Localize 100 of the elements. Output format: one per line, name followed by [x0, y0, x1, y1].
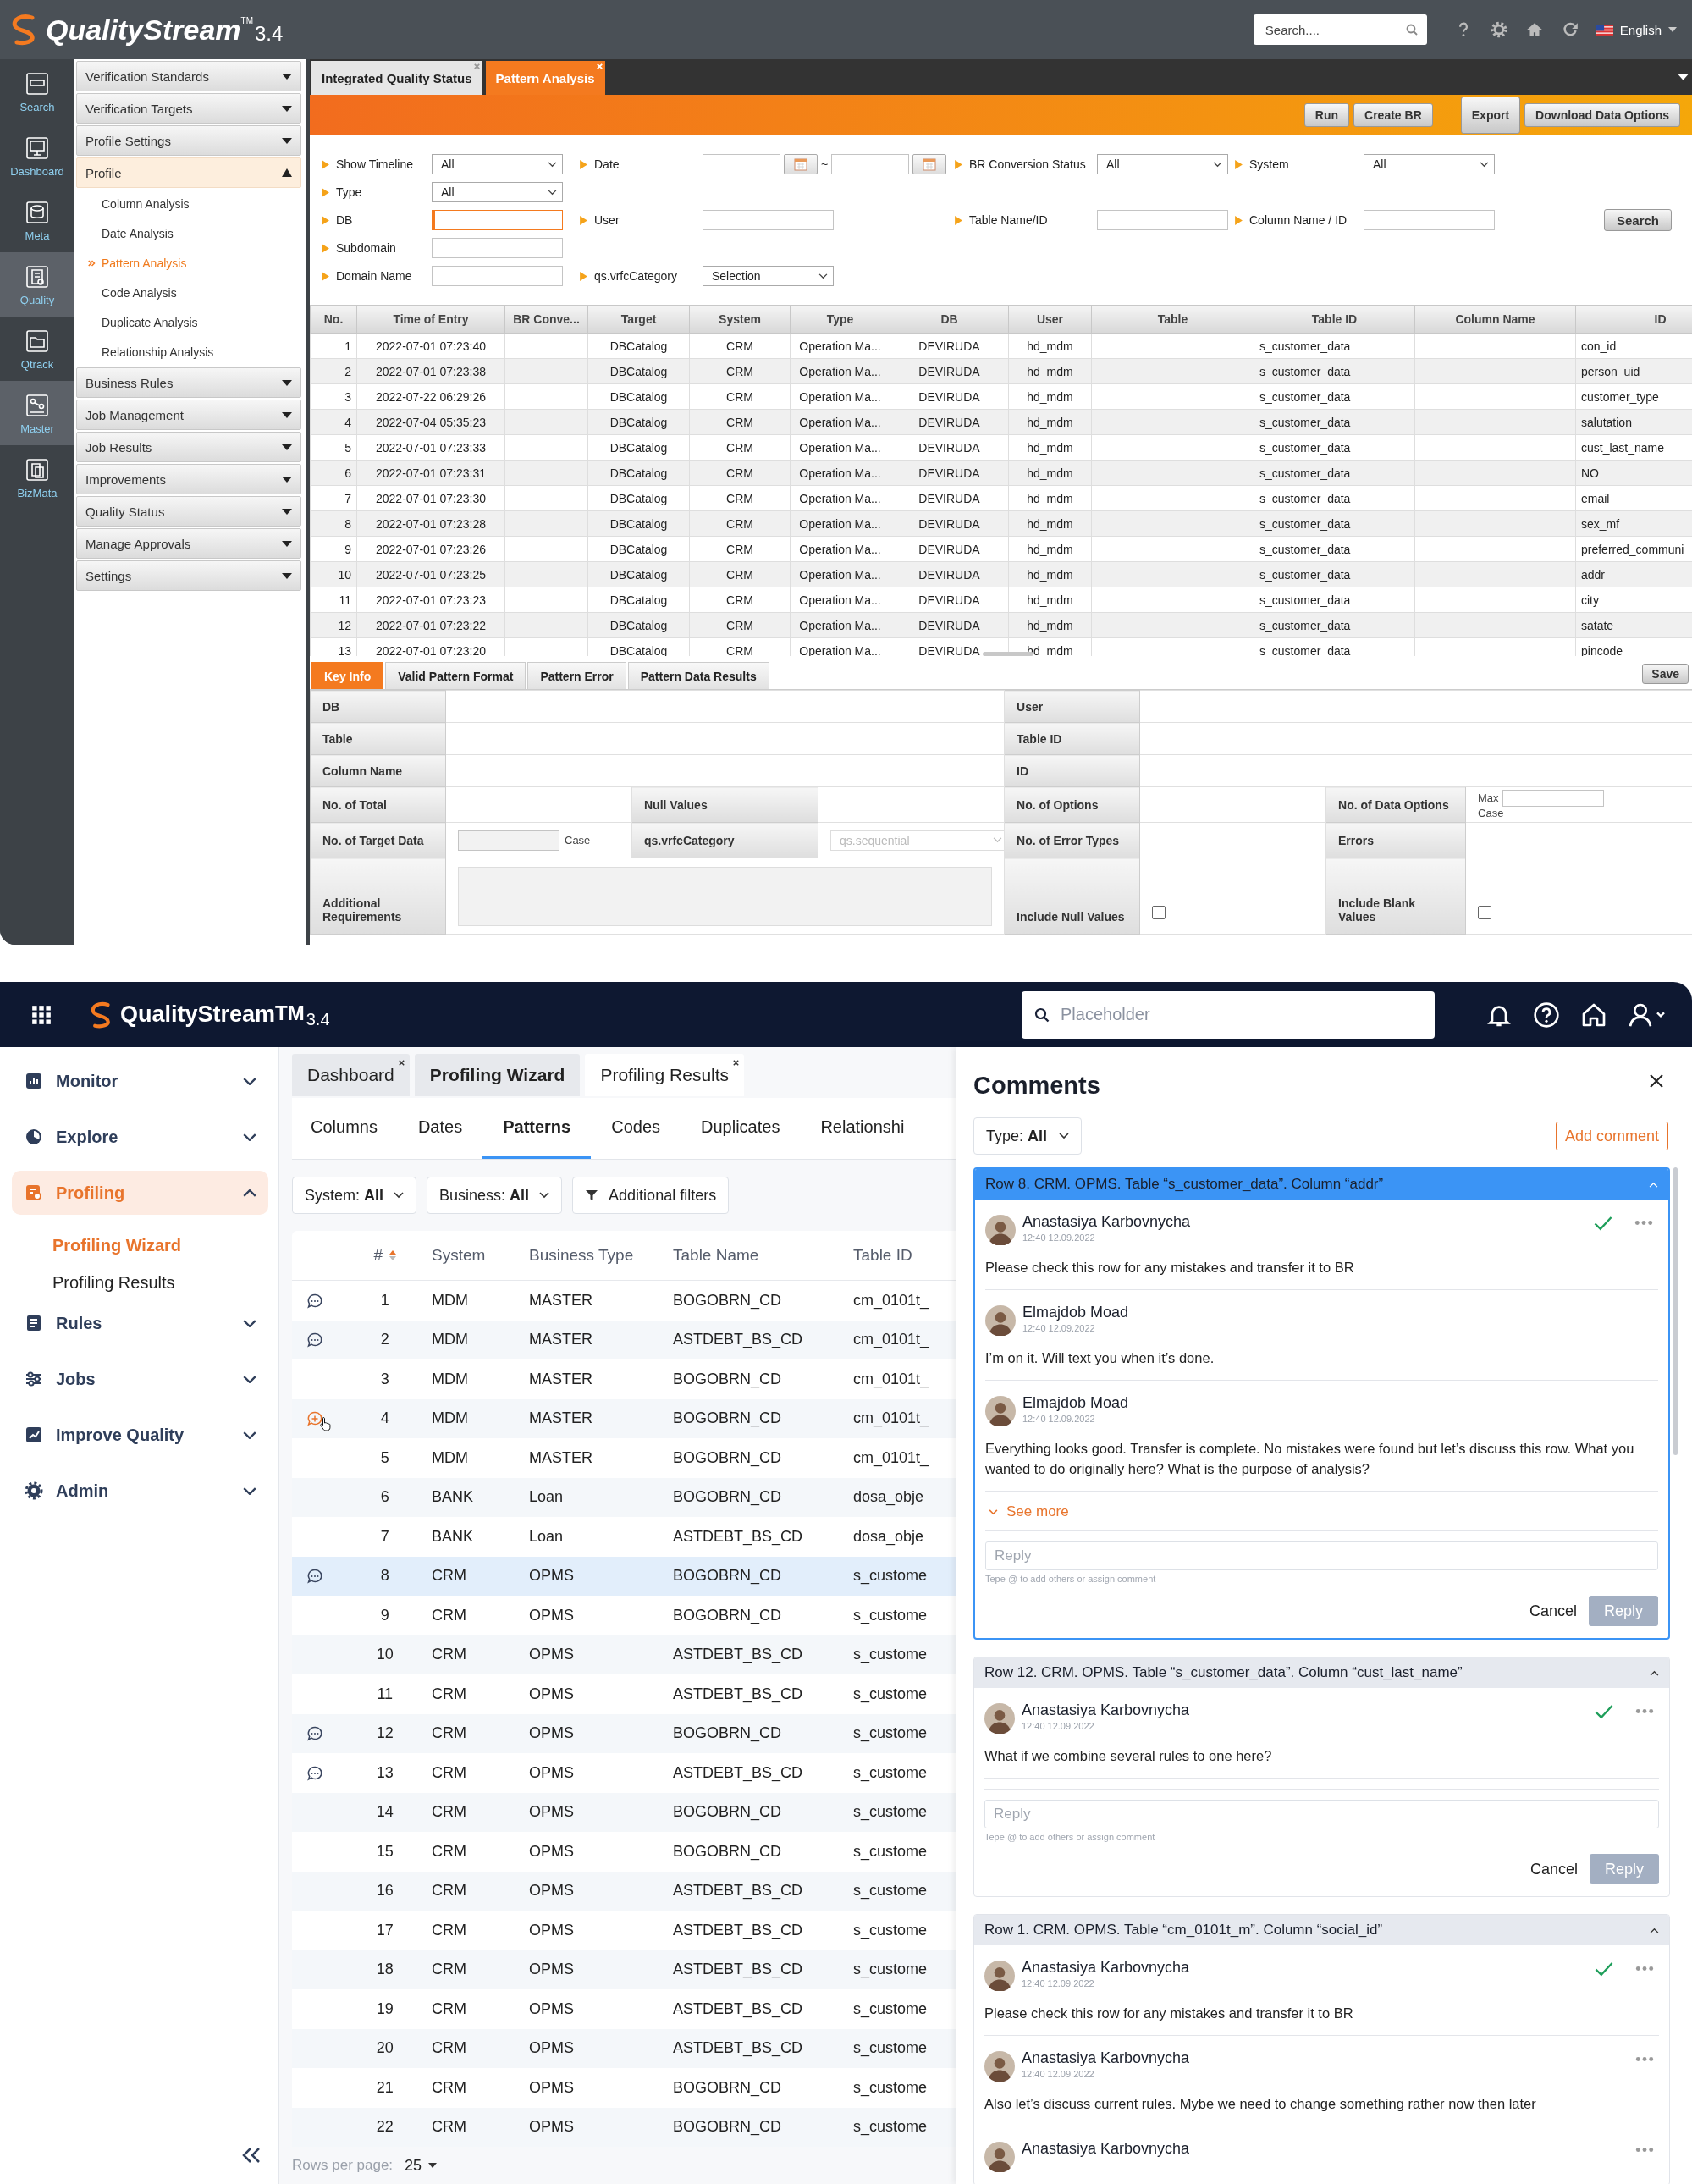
- input-field[interactable]: [458, 830, 559, 851]
- column-header[interactable]: Column Name: [1414, 305, 1576, 334]
- table-row[interactable]: 8 CRM OPMS BOGOBRN_CD s_custome: [292, 1556, 956, 1596]
- menu-item[interactable]: Verification Targets: [76, 93, 301, 124]
- table-row[interactable]: 6 BANK Loan BOGOBRN_CD dosa_obje: [292, 1477, 956, 1517]
- more-icon[interactable]: [1635, 2147, 1654, 2153]
- submenu-item[interactable]: Date Analysis: [76, 219, 301, 247]
- rail-button[interactable]: Qtrack: [0, 317, 74, 381]
- more-icon[interactable]: [1635, 2056, 1654, 2062]
- table-row[interactable]: 21 CRM OPMS BOGOBRN_CD s_custome: [292, 2068, 956, 2108]
- rail-button[interactable]: Meta: [0, 188, 74, 252]
- column-header[interactable]: ID: [1575, 305, 1692, 334]
- nav-subitem[interactable]: Profiling Results: [12, 1264, 268, 1301]
- table-row[interactable]: 2 MDM MASTER ASTDEBT_BS_CD cm_0101t_: [292, 1320, 956, 1359]
- filter-dropdown[interactable]: Business: All: [427, 1177, 563, 1214]
- table-row[interactable]: 14 CRM OPMS BOGOBRN_CD s_custome: [292, 1792, 956, 1832]
- tab[interactable]: Dates: [397, 1098, 483, 1159]
- table-row[interactable]: 10 CRM OPMS ASTDEBT_BS_CD s_custome: [292, 1635, 956, 1674]
- more-icon[interactable]: [1635, 1966, 1654, 1972]
- tab[interactable]: Duplicates: [681, 1098, 801, 1159]
- submenu-item[interactable]: Relationship Analysis: [76, 338, 301, 366]
- menu-item[interactable]: Job Management: [76, 400, 301, 430]
- input-field[interactable]: [703, 210, 834, 230]
- tab[interactable]: Codes: [591, 1098, 681, 1159]
- input-field[interactable]: [432, 210, 563, 230]
- column-header[interactable]: #: [373, 1246, 383, 1264]
- caret-icon[interactable]: [1678, 74, 1689, 80]
- dropdown[interactable]: All: [1097, 154, 1228, 174]
- input-field[interactable]: [432, 238, 563, 258]
- filter-dropdown[interactable]: System: All: [292, 1177, 417, 1214]
- column-header[interactable]: Target: [587, 305, 690, 334]
- action-button[interactable]: Export: [1460, 97, 1521, 134]
- menu-item[interactable]: Quality Status: [76, 496, 301, 527]
- search-button[interactable]: Search: [1603, 209, 1672, 231]
- type-filter-dropdown[interactable]: Type: All: [973, 1117, 1083, 1155]
- dropdown[interactable]: All: [432, 182, 563, 202]
- table-row[interactable]: 11 CRM OPMS ASTDEBT_BS_CD s_custome: [292, 1674, 956, 1714]
- column-header[interactable]: Business Type: [529, 1246, 634, 1264]
- table-row[interactable]: 4 MDM MASTER BOGOBRN_CD cm_0101t_: [292, 1398, 956, 1438]
- tab[interactable]: Pattern Error: [527, 662, 626, 689]
- help-icon[interactable]: [1533, 1001, 1560, 1029]
- table-row[interactable]: 1 MDM MASTER BOGOBRN_CD cm_0101t_: [292, 1280, 956, 1321]
- calendar-button[interactable]: [912, 154, 947, 174]
- menu-item[interactable]: Profile: [76, 157, 301, 188]
- cancel-button[interactable]: Cancel: [1529, 1596, 1577, 1626]
- input-field[interactable]: [1364, 210, 1495, 230]
- column-header[interactable]: User: [1008, 305, 1092, 334]
- column-header[interactable]: Table ID: [853, 1246, 912, 1264]
- save-button[interactable]: Save: [1642, 664, 1689, 684]
- rail-button[interactable]: Dashboard: [0, 124, 74, 188]
- check-icon[interactable]: [1595, 1962, 1613, 1977]
- column-header[interactable]: Table: [1091, 305, 1254, 334]
- reply-field[interactable]: Reply: [985, 1541, 1658, 1570]
- checkbox[interactable]: [1152, 906, 1166, 919]
- column-header[interactable]: Table ID: [1254, 305, 1415, 334]
- menu-item[interactable]: Profile Settings: [76, 125, 301, 156]
- dropdown[interactable]: All: [432, 154, 563, 174]
- search-field[interactable]: Placeholder: [1022, 990, 1435, 1039]
- column-header[interactable]: DB: [890, 305, 1009, 334]
- rail-button[interactable]: Search: [0, 59, 74, 124]
- table-row[interactable]: 3 MDM MASTER BOGOBRN_CD cm_0101t_: [292, 1359, 956, 1399]
- submenu-item[interactable]: Duplicate Analysis: [76, 308, 301, 336]
- column-header[interactable]: Time of Entry: [356, 305, 505, 334]
- column-header[interactable]: No.: [310, 305, 357, 334]
- rail-button[interactable]: BizMata: [0, 445, 74, 510]
- comment-icon[interactable]: [306, 1764, 323, 1782]
- add-comment-icon[interactable]: [306, 1410, 323, 1428]
- tab[interactable]: Valid Pattern Format: [385, 662, 526, 689]
- close-icon[interactable]: [397, 1059, 405, 1067]
- language-selector[interactable]: English: [1596, 22, 1677, 37]
- input-field[interactable]: [432, 266, 563, 286]
- reply-field[interactable]: Reply: [984, 1800, 1659, 1828]
- search-field[interactable]: Search....: [1253, 14, 1427, 45]
- check-icon[interactable]: [1595, 1705, 1613, 1719]
- menu-item[interactable]: Improvements: [76, 464, 301, 494]
- action-button[interactable]: Create BR: [1353, 103, 1433, 127]
- tab[interactable]: Integrated Quality Status: [311, 61, 482, 95]
- column-header[interactable]: Table Name: [673, 1246, 759, 1264]
- thread-header[interactable]: Row 1. CRM. OPMS. Table “cm_0101t_m”. Column “social_id”: [974, 1915, 1669, 1945]
- comment-icon[interactable]: [306, 1725, 323, 1743]
- tab[interactable]: Profiling Results: [585, 1054, 745, 1096]
- nav-item[interactable]: Rules: [12, 1301, 268, 1345]
- table-row[interactable]: 9 CRM OPMS BOGOBRN_CD s_custome: [292, 1596, 956, 1635]
- dropdown[interactable]: All: [1364, 154, 1495, 174]
- date-field[interactable]: [703, 154, 780, 174]
- menu-item[interactable]: Settings: [76, 560, 301, 591]
- nav-item[interactable]: Admin: [12, 1469, 268, 1513]
- nav-item[interactable]: Explore: [12, 1115, 268, 1159]
- nav-item[interactable]: Jobs: [12, 1357, 268, 1401]
- settings-icon[interactable]: [1489, 20, 1508, 39]
- check-icon[interactable]: [1594, 1216, 1612, 1231]
- action-button[interactable]: Run: [1303, 103, 1350, 127]
- menu-item[interactable]: Manage Approvals: [76, 528, 301, 559]
- rail-button[interactable]: Quality: [0, 252, 74, 317]
- column-header[interactable]: System: [689, 305, 791, 334]
- apps-icon[interactable]: [30, 1003, 52, 1026]
- table-row[interactable]: 15 CRM OPMS BOGOBRN_CD s_custome: [292, 1832, 956, 1872]
- cancel-button[interactable]: Cancel: [1529, 1854, 1578, 1884]
- more-icon[interactable]: [1635, 1708, 1654, 1714]
- nav-item[interactable]: Improve Quality: [12, 1413, 268, 1457]
